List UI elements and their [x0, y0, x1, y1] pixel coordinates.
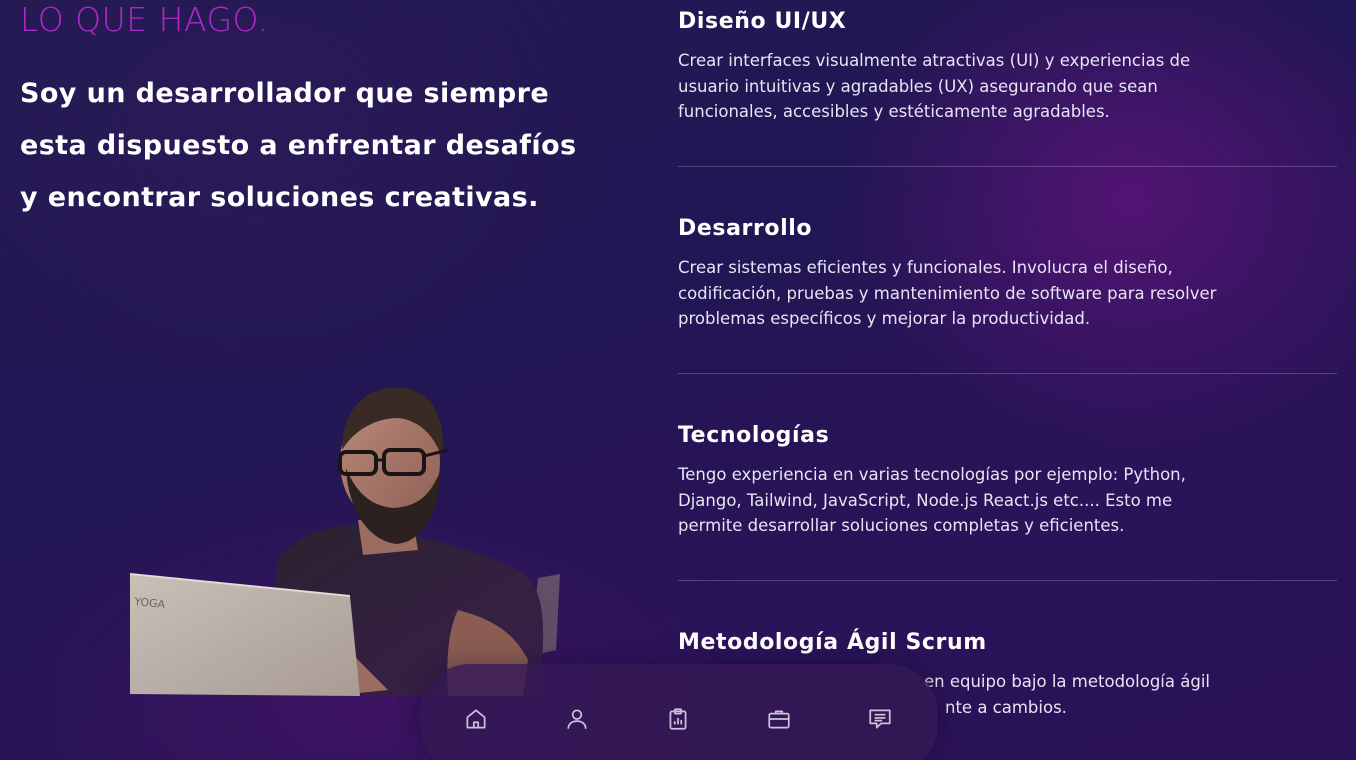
nav-portfolio-button[interactable] — [762, 702, 796, 736]
bottom-nav — [420, 664, 938, 760]
section-title: LO QUE HAGO. — [20, 0, 269, 39]
nav-contact-button[interactable] — [863, 702, 897, 736]
service-title: Tecnologías — [678, 423, 830, 448]
clipboard-icon — [669, 708, 687, 730]
briefcase-icon — [768, 710, 790, 729]
nav-about-button[interactable] — [560, 702, 594, 736]
intro-text: Soy un desarrollador que siempre esta di… — [20, 78, 577, 213]
service-item-ui-ux: Diseño UI/UX Crear interfaces visualment… — [678, 8, 1338, 125]
service-description: Crear sistemas eficientes y funcionales.… — [678, 258, 1217, 328]
service-description: Crear interfaces visualmente atractivas … — [678, 51, 1191, 121]
nav-services-button[interactable] — [661, 702, 695, 736]
service-title: Metodología Ágil Scrum — [678, 630, 987, 655]
user-icon — [567, 709, 587, 729]
divider — [678, 580, 1337, 581]
home-icon — [466, 709, 486, 729]
service-title: Desarrollo — [678, 216, 813, 241]
divider — [678, 166, 1337, 167]
divider — [678, 373, 1337, 374]
service-description-line: en equipo bajo la metodología ágil — [924, 672, 1210, 691]
nav-home-button[interactable] — [459, 702, 493, 736]
service-item-technologies: Tecnologías Tengo experiencia en varias … — [678, 422, 1338, 539]
service-description-line: nte a cambios. — [945, 697, 1067, 717]
service-item-development: Desarrollo Crear sistemas eficientes y f… — [678, 215, 1338, 332]
message-icon — [869, 709, 891, 729]
developer-portrait: YOGA — [129, 387, 560, 696]
service-description: Tengo experiencia en varias tecnologías … — [678, 465, 1186, 535]
service-title: Diseño UI/UX — [678, 9, 847, 34]
